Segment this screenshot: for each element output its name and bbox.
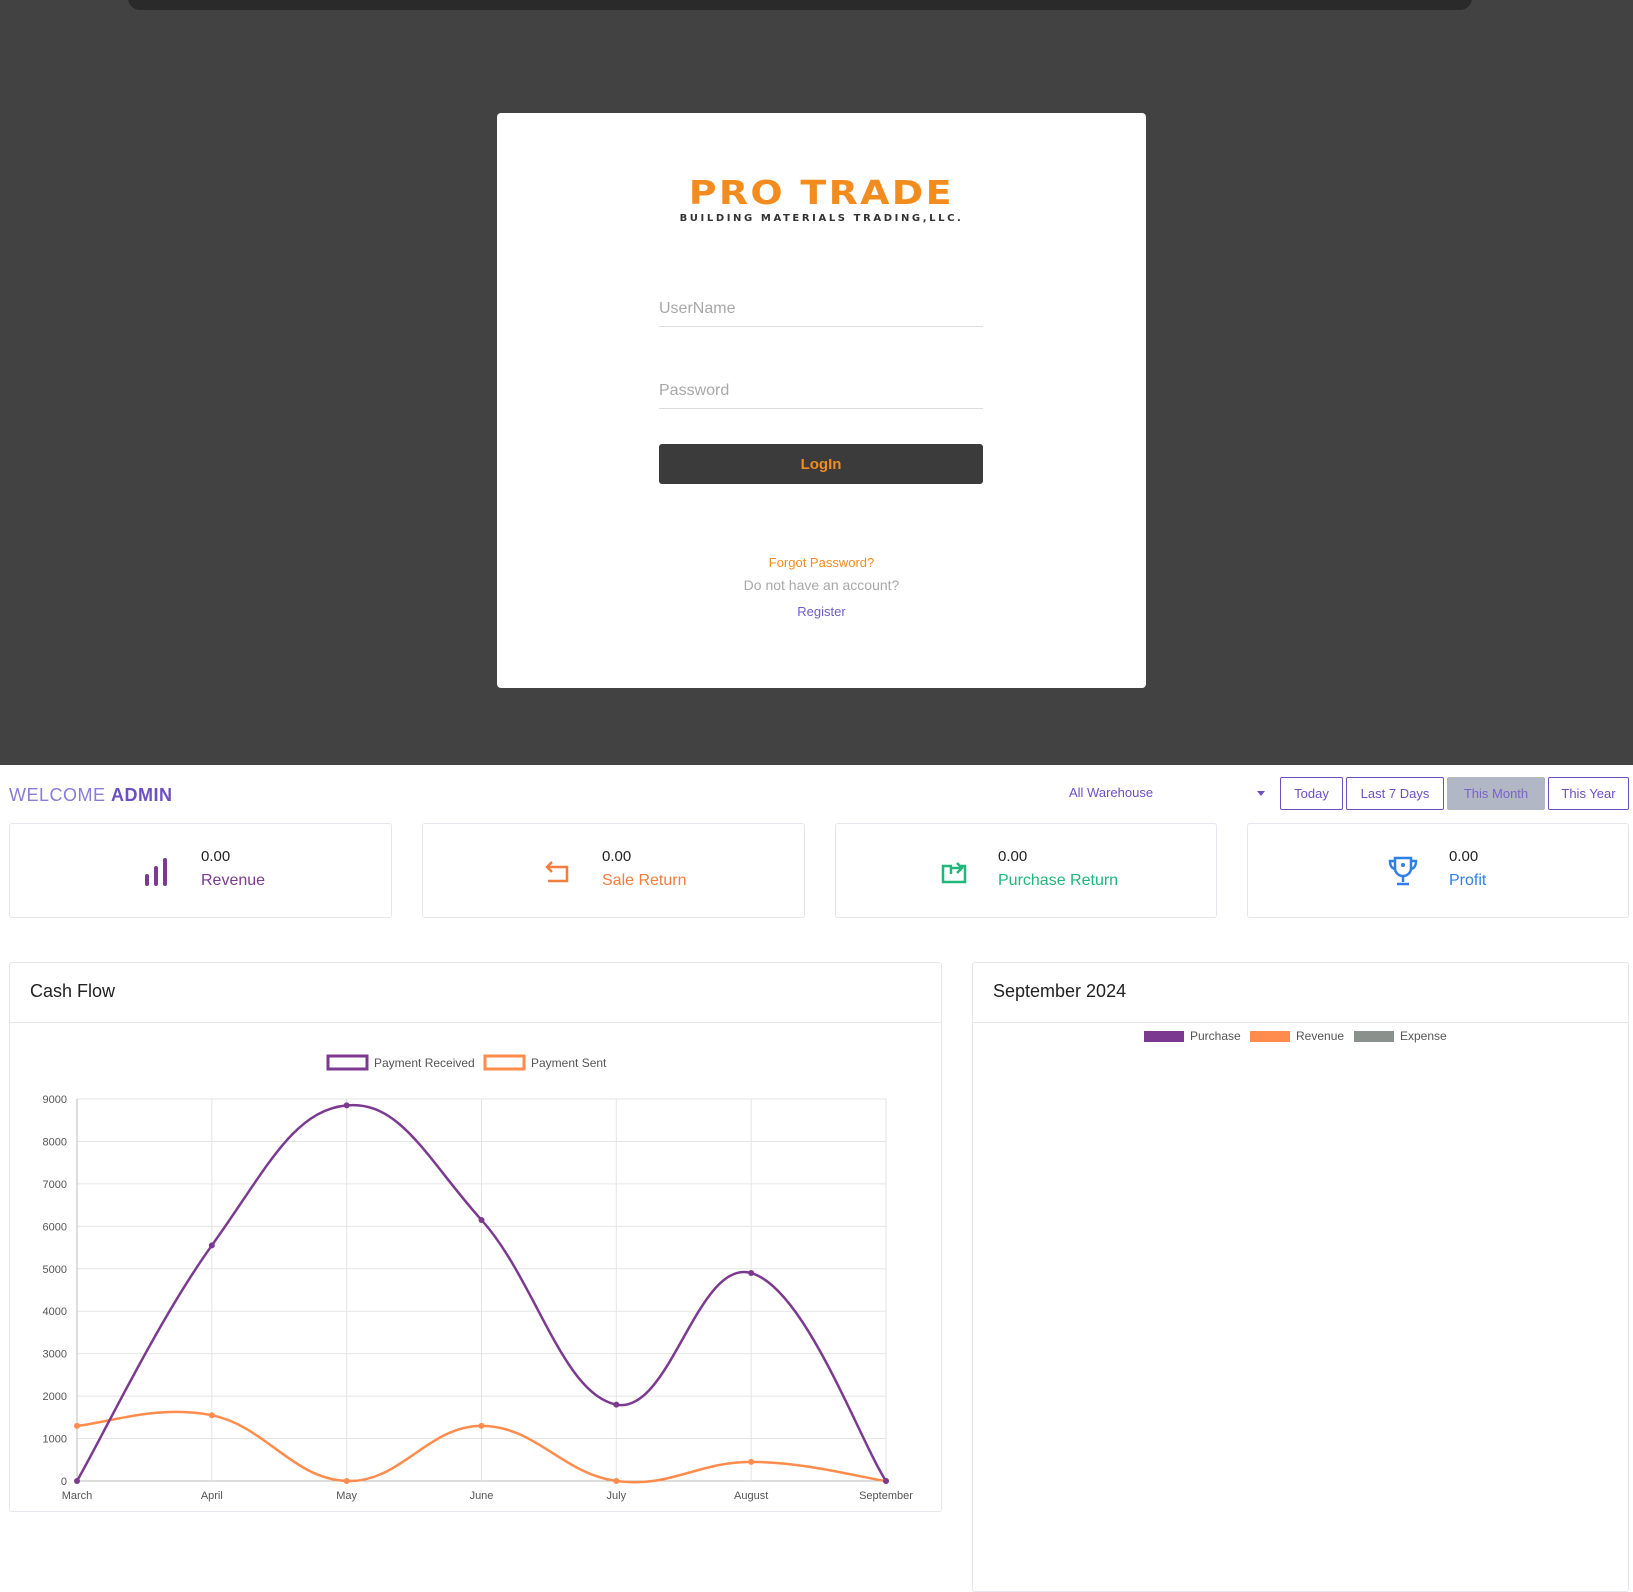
- y-tick-label: 5000: [43, 1264, 67, 1276]
- password-input[interactable]: [659, 373, 983, 409]
- no-account-text: Do not have an account?: [743, 577, 900, 593]
- legend-swatch: [483, 1054, 526, 1071]
- data-point: [74, 1478, 80, 1484]
- filter-this-month-button[interactable]: This Month: [1447, 777, 1545, 810]
- data-point: [478, 1422, 485, 1429]
- y-tick-label: 3000: [43, 1349, 67, 1361]
- y-tick-label: 8000: [43, 1136, 67, 1148]
- x-tick-label: August: [734, 1490, 768, 1502]
- data-point: [748, 1270, 755, 1277]
- logo-sub-text: BUILDING MATERIALS TRADING,LLC.: [679, 213, 964, 224]
- revenue-value: 0.00: [201, 848, 231, 865]
- data-point: [343, 1102, 350, 1109]
- sale-return-card: 0.00 Sale Return: [422, 823, 805, 918]
- month-panel-title: September 2024: [993, 981, 1127, 1001]
- filter-this-year-button[interactable]: This Year: [1548, 777, 1629, 810]
- logo-main-text: PRO TRADE: [688, 173, 955, 212]
- legend-label: Payment Sent: [531, 1056, 607, 1070]
- login-screen-background: PRO TRADE BUILDING MATERIALS TRADING,LLC…: [0, 0, 1633, 765]
- legend-swatch-purchase: [1144, 1031, 1184, 1042]
- filter-today-button[interactable]: Today: [1280, 777, 1343, 810]
- welcome-prefix: WELCOME: [9, 785, 106, 805]
- data-point: [613, 1401, 620, 1408]
- y-tick-label: 7000: [43, 1179, 67, 1191]
- welcome-user: ADMIN: [111, 785, 173, 805]
- panel-divider: [973, 1022, 1628, 1023]
- revenue-card: 0.00 Revenue: [9, 823, 392, 918]
- filter-last-7-days-button[interactable]: Last 7 Days: [1346, 777, 1444, 810]
- legend-swatch-revenue: [1250, 1031, 1290, 1042]
- legend-label-expense: Expense: [1400, 1029, 1447, 1043]
- chevron-down-icon[interactable]: [1257, 791, 1265, 796]
- data-point: [613, 1478, 620, 1484]
- data-point: [883, 1478, 889, 1484]
- x-tick-label: March: [62, 1490, 93, 1502]
- data-point: [74, 1422, 80, 1429]
- x-tick-label: June: [470, 1490, 494, 1502]
- data-point: [343, 1478, 350, 1484]
- data-point: [208, 1412, 215, 1419]
- forgot-password-link[interactable]: Forgot Password?: [497, 555, 1146, 570]
- profit-value: 0.00: [1449, 848, 1479, 865]
- revenue-label: Revenue: [201, 872, 266, 889]
- profit-label: Profit: [1449, 872, 1487, 889]
- cash-flow-title: Cash Flow: [30, 981, 116, 1001]
- register-link[interactable]: Register: [497, 604, 1146, 619]
- legend-label-revenue: Revenue: [1296, 1029, 1345, 1043]
- trophy-icon: [1388, 856, 1418, 886]
- month-summary-panel: September 2024 Purchase Revenue Expense: [972, 962, 1629, 1592]
- cash-flow-chart: 0 1000 2000 3000 4000 5000 6000 7000 8000 9000 Mar…: [43, 1054, 913, 1502]
- browser-address-bar: [128, 0, 1472, 10]
- y-tick-label: 9000: [43, 1094, 67, 1106]
- sale-return-value: 0.00: [602, 848, 632, 865]
- profit-card: 0.00 Profit: [1247, 823, 1629, 918]
- dashboard: WELCOME ADMIN All Warehouse Today Last 7…: [0, 765, 1633, 1592]
- data-point: [478, 1216, 485, 1223]
- login-card: PRO TRADE BUILDING MATERIALS TRADING,LLC…: [497, 113, 1146, 688]
- y-tick-label: 6000: [43, 1221, 67, 1233]
- username-input[interactable]: [659, 291, 983, 327]
- y-tick-label: 2000: [43, 1391, 67, 1403]
- data-point: [208, 1242, 215, 1249]
- purchase-return-value: 0.00: [998, 848, 1028, 865]
- purchase-return-label: Purchase Return: [998, 872, 1119, 889]
- x-tick-label: September: [859, 1490, 913, 1502]
- purchase-return-icon: [941, 862, 967, 884]
- legend-label: Payment Received: [374, 1056, 475, 1070]
- purchase-return-card: 0.00 Purchase Return: [835, 823, 1217, 918]
- warehouse-select[interactable]: All Warehouse: [1069, 785, 1269, 800]
- legend-label-purchase: Purchase: [1190, 1029, 1241, 1043]
- y-tick-label: 4000: [43, 1306, 67, 1318]
- y-tick-label: 0: [61, 1476, 67, 1488]
- legend-swatch-expense: [1354, 1031, 1394, 1042]
- bar-chart-icon: [145, 858, 167, 886]
- x-tick-label: April: [201, 1490, 223, 1502]
- welcome-heading: WELCOME ADMIN: [9, 785, 173, 806]
- cash-flow-panel: Cash Flow 0 1000 2000 3000 4000 5000 6000 7000 8…: [9, 962, 942, 1512]
- y-tick-label: 1000: [43, 1434, 67, 1446]
- x-tick-label: May: [336, 1490, 357, 1502]
- sale-return-label: Sale Return: [602, 872, 687, 889]
- company-logo: PRO TRADE BUILDING MATERIALS TRADING,LLC…: [497, 173, 1146, 225]
- legend-swatch: [326, 1054, 369, 1071]
- login-button[interactable]: LogIn: [659, 444, 983, 484]
- return-arrow-icon: [545, 861, 569, 883]
- x-tick-label: July: [607, 1490, 627, 1502]
- data-point: [748, 1458, 755, 1465]
